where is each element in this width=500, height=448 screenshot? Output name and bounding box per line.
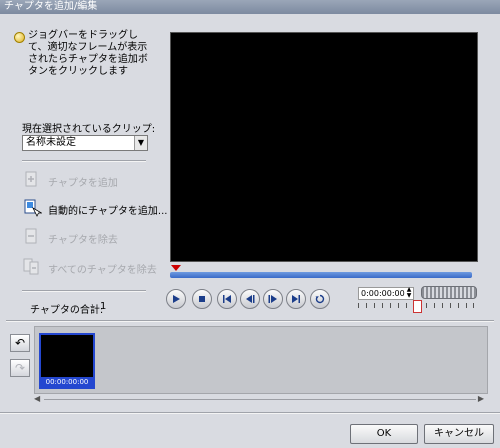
remove-all-chapters-icon [23,258,39,275]
timeline-scrollbar[interactable]: ◀ ▶ [34,394,486,406]
stop-button[interactable] [192,289,212,309]
divider [22,290,146,292]
step-forward-icon [268,295,277,303]
timecode-spinner[interactable]: ▲ ▼ [405,287,413,299]
go-to-start-button[interactable] [217,289,237,309]
instruction-hint: ジョグバーをドラッグして、適切なフレームが表示されたらチャプタを追加ボタンをクリ… [14,30,154,78]
clip-dropdown[interactable]: 名称未設定 ▼ [22,135,148,151]
ok-button[interactable]: OK [350,424,418,444]
previous-frame-button[interactable] [240,289,260,309]
skip-end-icon [292,295,300,303]
divider [6,320,494,322]
speed-ruler[interactable] [358,300,474,313]
auto-add-chapter-button[interactable]: 自動的にチャプタを追加... [22,198,167,220]
go-to-end-button[interactable] [286,289,306,309]
scrub-bar[interactable] [170,272,472,278]
window-title: チャプタを追加/編集 [4,1,98,12]
remove-chapter-icon [25,228,37,244]
divider [22,160,146,162]
divider [0,412,500,414]
step-back-icon [246,295,255,303]
scroll-right-icon[interactable]: ▶ [478,394,484,403]
chapter-count-value: 1 [100,301,107,312]
add-chapter-icon [25,171,37,187]
thumbnail-timecode: 00:00:00:00 [41,377,93,387]
play-icon [173,295,180,303]
remove-all-chapters-button[interactable]: すべてのチャプタを除去 [22,257,162,279]
remove-all-chapters-label: すべてのチャプタを除去 [48,265,157,276]
next-frame-button[interactable] [263,289,283,309]
dialog-client: ジョグバーをドラッグして、適切なフレームが表示されたらチャプタを追加ボタンをクリ… [0,14,500,448]
chapter-count-label: チャプタの合計: [30,305,104,316]
chapter-thumbnail[interactable]: 00:00:00:00 [39,333,95,389]
clip-label: 現在選択されているクリップ: [22,124,156,135]
add-chapter-label: チャプタを追加 [48,178,118,189]
auto-chapter-icon [24,199,42,217]
scrub-marker[interactable] [171,265,181,271]
hint-text: ジョグバーをドラッグして、適切なフレームが表示されたらチャプタを追加ボタンをクリ… [28,30,148,77]
undo-button[interactable]: ↶ [10,334,30,352]
play-button[interactable] [166,289,186,309]
scroll-left-icon[interactable]: ◀ [34,394,40,403]
skip-start-icon [223,295,231,303]
repeat-button[interactable] [310,289,330,309]
jog-wheel[interactable] [421,286,477,299]
repeat-icon [315,294,325,304]
clip-dropdown-value: 名称未設定 [26,137,76,148]
chapter-timeline[interactable]: 00:00:00:00 [34,326,488,394]
spin-down-icon[interactable]: ▼ [405,293,413,299]
chapter-count: チャプタの合計: 1 [30,301,107,316]
chevron-down-icon[interactable]: ▼ [134,136,147,150]
redo-button[interactable]: ↷ [10,359,30,377]
lightbulb-icon [14,32,25,43]
stop-icon [199,296,205,302]
speed-slider-knob[interactable] [413,300,422,313]
video-preview [170,32,478,262]
add-chapter-button[interactable]: チャプタを追加 [22,170,162,192]
cancel-button[interactable]: キャンセル [424,424,494,444]
title-bar: チャプタを追加/編集 [0,0,500,14]
remove-chapter-label: チャプタを除去 [48,235,118,246]
dialog-window: チャプタを追加/編集 ジョグバーをドラッグして、適切なフレームが表示されたらチャ… [0,0,500,448]
remove-chapter-button[interactable]: チャプタを除去 [22,227,162,249]
scroll-track[interactable] [44,399,476,400]
auto-add-chapter-label: 自動的にチャプタを追加... [48,206,168,217]
